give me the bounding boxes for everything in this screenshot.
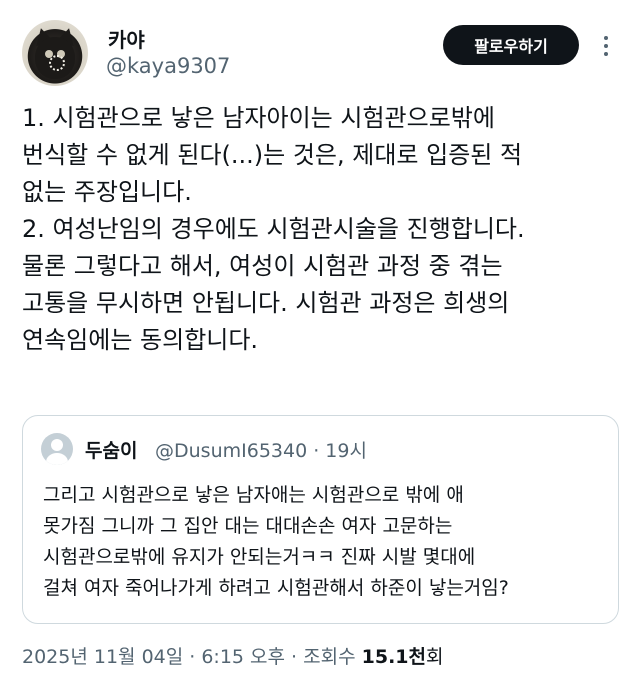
author-avatar[interactable] xyxy=(22,20,88,86)
quoted-display-name[interactable]: 두숨이 xyxy=(85,436,137,463)
tweet-line: 고통을 무시하면 안됩니다. 시험관 과정은 희생의 xyxy=(22,289,510,317)
tweet-line: 2. 여성난임의 경우에도 시험관시술을 진행합니다. xyxy=(22,215,525,243)
quoted-text: 그리고 시험관으로 낳은 남자애는 시험관으로 밖에 애 못가짐 그니까 그 집… xyxy=(43,480,613,604)
views-count[interactable]: 15.1천 xyxy=(362,646,426,668)
default-avatar-icon[interactable] xyxy=(41,433,73,465)
tweet-line: 번식할 수 없게 된다(...)는 것은, 제대로 입증된 적 xyxy=(22,141,523,169)
tweet-text: 1. 시험관으로 낳은 남자아이는 시험관으로밖에 번식할 수 없게 된다(..… xyxy=(22,100,634,359)
more-dot xyxy=(604,52,608,56)
tweet-line: 1. 시험관으로 낳은 남자아이는 시험관으로밖에 xyxy=(22,104,495,132)
views-unit: 회 xyxy=(425,646,444,668)
author-display-name[interactable]: 카야 xyxy=(108,24,145,53)
timestamp[interactable]: 2025년 11월 04일 · 6:15 오후 · 조회수 xyxy=(22,646,362,668)
more-dot xyxy=(604,44,608,48)
author-handle[interactable]: @kaya9307 xyxy=(106,54,230,78)
quoted-tweet-card[interactable]: 두숨이 @DusumI65340 · 19시 그리고 시험관으로 낳은 남자애는… xyxy=(22,415,619,624)
more-horizontal-icon[interactable] xyxy=(598,30,614,62)
quoted-line: 시험관으로밖에 유지가 안되는거ㅋㅋ 진짜 시발 몇대에 xyxy=(43,546,476,568)
more-dot xyxy=(604,36,608,40)
follow-button[interactable]: 팔로우하기 xyxy=(443,25,579,65)
quoted-line: 못가짐 그니까 그 집안 대는 대대손손 여자 고문하는 xyxy=(43,515,453,537)
tweet-meta: 2025년 11월 04일 · 6:15 오후 · 조회수 15.1천회 xyxy=(22,642,443,669)
quoted-line: 걸쳐 여자 죽어나가게 하려고 시험관해서 하준이 낳는거임? xyxy=(43,577,509,599)
quoted-line: 그리고 시험관으로 낳은 남자애는 시험관으로 밖에 애 xyxy=(43,484,464,506)
avatar-head xyxy=(51,439,63,451)
avatar-loading-ring xyxy=(49,55,65,71)
quoted-handle-time[interactable]: @DusumI65340 · 19시 xyxy=(155,436,367,463)
avatar-body xyxy=(46,453,68,465)
tweet-line: 없는 주장입니다. xyxy=(22,178,192,206)
tweet-line: 물론 그렇다고 해서, 여성이 시험관 과정 중 겪는 xyxy=(22,252,503,280)
tweet-line: 연속임에는 동의합니다. xyxy=(22,326,259,354)
